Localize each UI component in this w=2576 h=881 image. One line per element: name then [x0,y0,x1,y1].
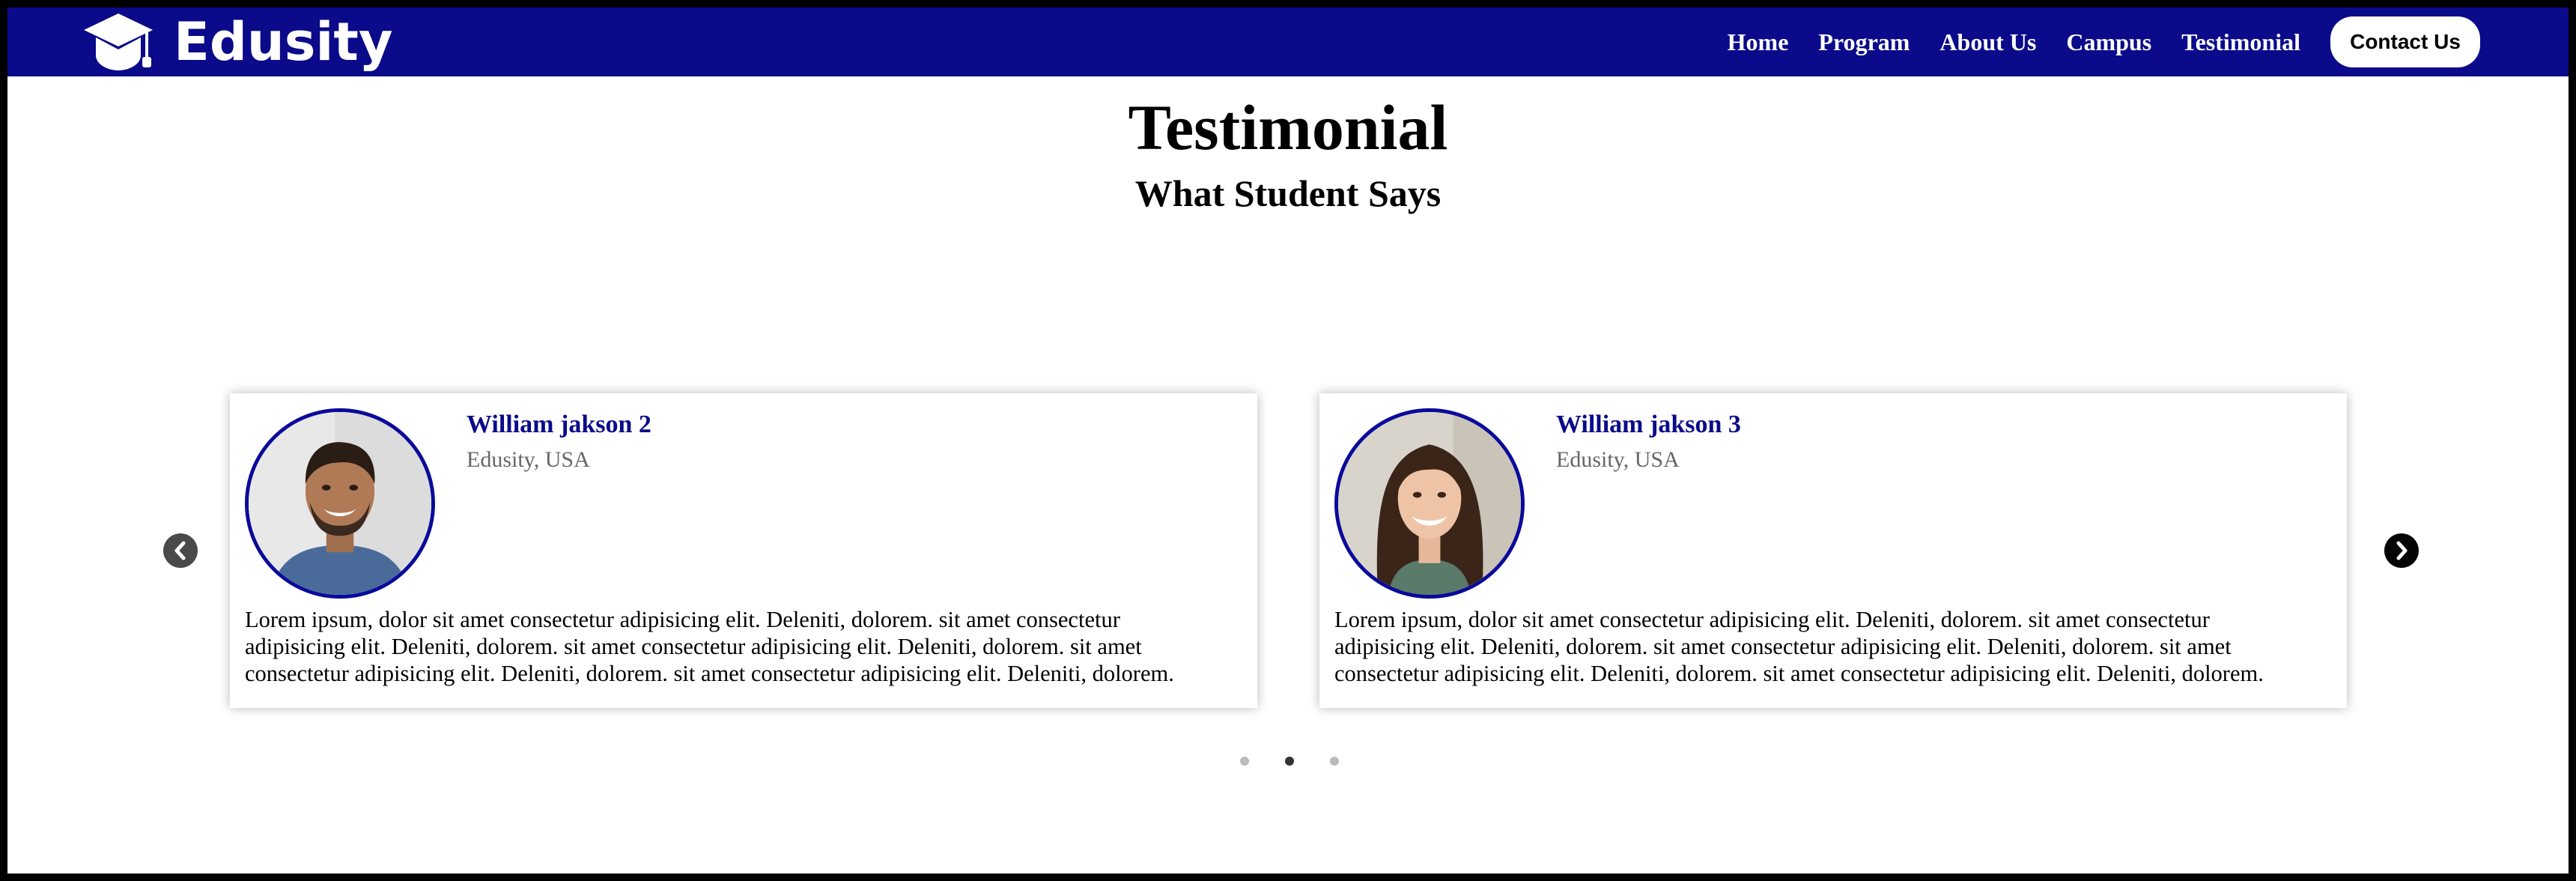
slider-prev-button[interactable] [163,533,198,568]
chevron-right-icon [2396,541,2408,560]
page: Edusity Home Program About Us Campus Tes… [7,7,2569,874]
nav-links: Home Program About Us Campus Testimonial… [1698,7,2569,76]
testimonial-card: William jakson 2 Edusity, USA Lorem ipsu… [230,393,1257,708]
testimonial-text: Lorem ipsum, dolor sit amet consectetur … [1334,607,2264,686]
brand-logo[interactable]: Edusity [82,9,393,75]
testimonial-name: William jakson 3 [1556,411,1741,438]
section-title: Testimonial [1128,91,1448,163]
nav-link-testimonial[interactable]: Testimonial [2181,28,2300,56]
nav-link-about-us[interactable]: About Us [1939,28,2036,56]
chevron-left-icon [174,541,186,560]
slider-dots [1240,757,1375,766]
navbar: Edusity Home Program About Us Campus Tes… [7,7,2569,76]
avatar [1334,408,1525,599]
section-subtitle: What Student Says [1134,172,1442,214]
testimonial-location: Edusity, USA [467,447,590,472]
nav-link-campus[interactable]: Campus [2066,28,2151,56]
testimonial-text: Lorem ipsum, dolor sit amet consectetur … [245,607,1174,686]
slider-next-button[interactable] [2384,533,2419,568]
graduation-cap-icon [84,13,153,70]
nav-link-home[interactable]: Home [1728,28,1789,56]
slider-dot[interactable] [1330,757,1339,766]
brand-name: Edusity [174,11,393,73]
avatar [245,408,435,599]
slider-dot[interactable] [1285,757,1294,766]
contact-us-button[interactable]: Contact Us [2330,16,2480,67]
testimonial-location: Edusity, USA [1556,447,1680,472]
student-photo [249,412,431,595]
slider-dot[interactable] [1240,757,1249,766]
testimonial-card: William jakson 3 Edusity, USA Lorem ipsu… [1319,393,2347,708]
student-photo [1338,412,1521,595]
testimonial-name: William jakson 2 [467,411,651,438]
nav-link-program[interactable]: Program [1818,28,1910,56]
